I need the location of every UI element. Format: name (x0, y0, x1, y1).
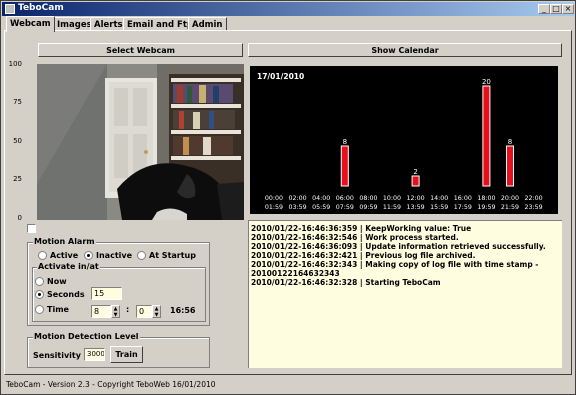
app-icon (5, 4, 15, 14)
webcam-scene-image (37, 64, 244, 220)
chart-tick-label: 14:00 (430, 195, 448, 202)
chart-tick-label: 07:59 (336, 204, 354, 211)
chart-data-label: 20 (482, 78, 491, 86)
chart-title: 17/01/2010 (257, 72, 304, 81)
seconds-input[interactable]: 15 (91, 287, 122, 300)
log-line: 20100122164632343 (251, 269, 340, 278)
inactive-label: Inactive (96, 251, 133, 260)
chart-tick-label: 05:59 (312, 204, 330, 211)
chart-tick-label: 02:00 (289, 195, 307, 202)
chart-tick-label: 00:00 (265, 195, 283, 202)
log-line: 2010/01/22-16:46:36:093 | Update informa… (251, 242, 546, 251)
status-bar: TeboCam - Version 2.3 - Copyright TeboWe… (6, 380, 216, 389)
hour-input[interactable]: 8 (91, 305, 111, 318)
activate-title: Activate in/at (37, 262, 100, 271)
at-startup-radio[interactable] (137, 251, 146, 260)
chart-tick-label: 10:00 (383, 195, 401, 202)
chart-data-label: 8 (508, 138, 512, 146)
scale-label-0: 0 (17, 214, 22, 222)
minute-spinner[interactable]: ▲ ▼ (152, 305, 161, 318)
scale-label-25: 25 (13, 175, 22, 183)
activity-chart: 17/01/2010 00:00 01:59 02:00 03:59 04:00 05:5… (250, 66, 558, 214)
at-startup-label: At Startup (149, 251, 196, 260)
log-line: 2010/01/22-16:46:36:359 | KeepWorking va… (251, 224, 472, 233)
chart-tick-label: 20:00 (501, 195, 519, 202)
chart-bar (340, 145, 349, 187)
chart-tick-label: 17:59 (454, 204, 472, 211)
motion-alarm-title: Motion Alarm (33, 237, 96, 246)
title-bar[interactable]: TeboCam _ □ × (2, 2, 574, 16)
close-icon[interactable]: × (562, 4, 574, 14)
activity-log[interactable]: 2010/01/22-16:46:36:359 | KeepWorking va… (248, 220, 562, 368)
chart-tick-label: 01:59 (265, 204, 283, 211)
chart-tick-label: 11:59 (383, 204, 401, 211)
chart-data-label: 8 (343, 138, 347, 146)
minute-input[interactable]: 0 (136, 305, 152, 318)
train-button[interactable]: Train (110, 346, 143, 363)
chart-tick-label: 03:59 (289, 204, 307, 211)
log-line: 2010/01/22-16:46:32:343 | Making copy of… (251, 260, 539, 269)
chart-tick-label: 16:00 (454, 195, 472, 202)
seconds-radio[interactable] (35, 290, 44, 299)
hour-spinner[interactable]: ▲ ▼ (111, 305, 120, 318)
seconds-label: Seconds (47, 290, 85, 299)
inactive-radio[interactable] (84, 251, 93, 260)
chart-tick-label: 21:59 (501, 204, 519, 211)
tab-email-and-ftp[interactable]: Email and Ftp (123, 17, 197, 31)
time-radio[interactable] (35, 305, 44, 314)
webcam-preview (37, 64, 244, 220)
chart-tick-label: 18:00 (477, 195, 495, 202)
chart-bar (506, 145, 514, 187)
chart-tick-label: 19:59 (477, 204, 495, 211)
window-title: TeboCam (18, 3, 64, 13)
chart-bar (482, 85, 491, 187)
now-label: Now (47, 277, 67, 286)
chart-tick-label: 12:00 (407, 195, 425, 202)
chart-tick-label: 09:59 (359, 204, 377, 211)
log-line: 2010/01/22-16:46:32:546 | Work process s… (251, 233, 459, 242)
show-calendar-button[interactable]: Show Calendar (248, 43, 562, 57)
chart-tick-label: 13:59 (407, 204, 425, 211)
chart-tick-label: 06:00 (336, 195, 354, 202)
tab-admin[interactable]: Admin (188, 17, 227, 31)
tab-alerts[interactable]: Alerts (90, 17, 127, 31)
chart-tick-label: 15:59 (430, 204, 448, 211)
sensitivity-label: Sensitivity (33, 351, 81, 360)
log-line: 2010/01/22-16:46:32:328 | Starting TeboC… (251, 278, 441, 287)
select-webcam-button[interactable]: Select Webcam (38, 43, 243, 57)
activity-chart-svg: 17/01/2010 00:00 01:59 02:00 03:59 04:00 05:5… (257, 72, 543, 211)
scale-label-100: 100 (8, 60, 22, 68)
chart-tick-label: 23:59 (525, 204, 543, 211)
time-display: 16:56 (170, 306, 196, 315)
chart-tick-label: 22:00 (525, 195, 543, 202)
time-separator: : (126, 305, 130, 314)
tab-webcam[interactable]: Webcam (6, 16, 55, 32)
scale-label-50: 50 (13, 137, 22, 145)
motion-level-checkbox[interactable] (27, 224, 36, 233)
log-line: 2010/01/22-16:46:32:421 | Previous log f… (251, 251, 476, 260)
maximize-icon[interactable]: □ (550, 4, 562, 14)
minimize-icon[interactable]: _ (538, 4, 550, 14)
chart-tick-label: 08:00 (359, 195, 377, 202)
active-radio[interactable] (38, 251, 47, 260)
chart-tick-label: 04:00 (312, 195, 330, 202)
sensitivity-input[interactable]: 3000 (84, 348, 105, 361)
time-label: Time (47, 305, 69, 314)
motion-detection-title: Motion Detection Level (33, 332, 140, 341)
active-label: Active (50, 251, 79, 260)
chart-data-label: 2 (413, 168, 417, 176)
chart-bar (411, 175, 420, 187)
scale-label-75: 75 (13, 98, 22, 106)
now-radio[interactable] (35, 277, 44, 286)
